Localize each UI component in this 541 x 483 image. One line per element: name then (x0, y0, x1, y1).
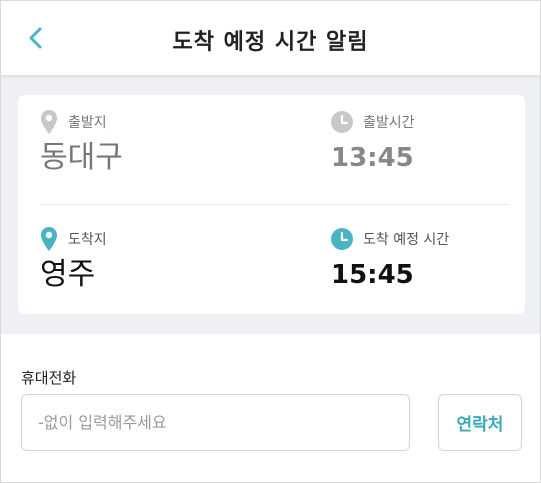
departure-time-label: 출발시간 (363, 115, 415, 131)
trip-summary-area: 출발지 동대구 출발시간 13:45 도착지 영주 도착 예정 시간 15:45 (1, 75, 540, 334)
arrival-time-label: 도착 예정 시간 (363, 232, 450, 248)
arrival-time-value: 15:45 (331, 260, 414, 290)
page-title: 도착 예정 시간 알림 (172, 30, 369, 55)
header: 도착 예정 시간 알림 (1, 1, 540, 75)
arrival-place: 도착지 영주 (40, 226, 107, 292)
location-pin-icon (41, 110, 57, 134)
departure-place-label: 출발지 (68, 115, 107, 131)
departure-place: 출발지 동대구 (40, 109, 123, 175)
phone-label: 휴대전화 (21, 369, 77, 387)
phone-input[interactable] (21, 394, 410, 451)
trip-card: 출발지 동대구 출발시간 13:45 도착지 영주 도착 예정 시간 15:45 (18, 95, 525, 314)
arrival-time: 도착 예정 시간 15:45 (331, 226, 449, 292)
clock-icon (331, 111, 353, 133)
clock-icon (331, 228, 353, 250)
arrival-place-label: 도착지 (68, 232, 107, 248)
departure-place-value: 동대구 (40, 140, 123, 175)
location-pin-icon (41, 227, 57, 251)
departure-time-value: 13:45 (331, 143, 414, 173)
arrival-place-value: 영주 (40, 257, 96, 292)
divider (40, 204, 509, 205)
contacts-button[interactable]: 연락처 (438, 394, 522, 451)
screen: 도착 예정 시간 알림 출발지 동대구 출발시간 13:45 도착지 영주 도착… (0, 0, 541, 483)
departure-time: 출발시간 13:45 (331, 109, 415, 175)
